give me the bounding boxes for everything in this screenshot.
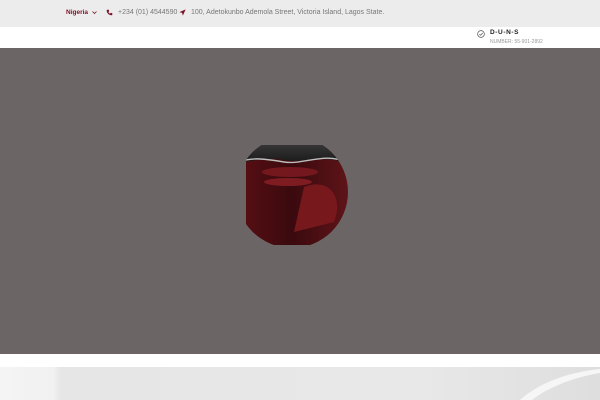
location-arrow-icon (179, 9, 186, 16)
phone-contact[interactable]: +234 (01) 4544590 (106, 9, 177, 16)
country-label: Nigeria (66, 9, 89, 16)
preloader-logo (246, 145, 348, 245)
chevron-down-icon (92, 11, 97, 15)
duns-title: D-U-N-S (490, 29, 520, 36)
duns-badge: D-U-N-S NUMBER: 55-901-2892 (477, 29, 543, 45)
address-contact[interactable]: 100, Adetokunbo Ademola Street, Victoria… (179, 9, 384, 16)
address-text: 100, Adetokunbo Ademola Street, Victoria… (191, 9, 385, 16)
decorative-swoosh (520, 369, 600, 400)
phone-number: +234 (01) 4544590 (118, 9, 178, 16)
duns-number: NUMBER: 55-901-2892 (490, 39, 543, 45)
section-gap (0, 354, 600, 367)
bottom-section-background (0, 367, 600, 400)
country-selector[interactable]: Nigeria (66, 9, 97, 16)
phone-icon (106, 9, 113, 16)
top-bar: Nigeria +234 (01) 4544590 100, Adetokunb… (0, 0, 600, 27)
check-circle-icon (477, 30, 485, 38)
